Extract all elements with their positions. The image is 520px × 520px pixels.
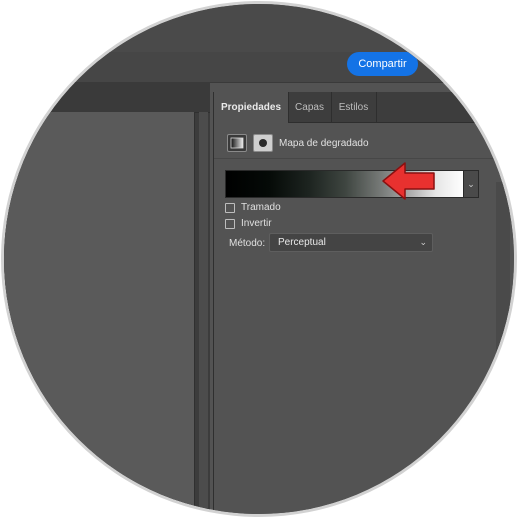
panel-scrollbar[interactable] [496, 182, 510, 514]
mask-icon[interactable] [253, 134, 273, 152]
canvas-area[interactable] [4, 112, 195, 514]
method-value: Perceptual [278, 237, 326, 248]
share-button[interactable]: Compartir [347, 52, 418, 76]
panel-tabs: Propiedades Capas Estilos [214, 92, 514, 123]
panel-divider [214, 158, 514, 159]
method-select[interactable]: Perceptual ⌄ [269, 233, 433, 252]
method-label: Método: [229, 238, 266, 249]
tab-properties[interactable]: Propiedades [214, 92, 289, 123]
red-arrow-icon [382, 162, 435, 200]
gradient-editor[interactable]: ⌄ [225, 170, 479, 198]
magnified-view: Compartir Propiedades Capas Estilos Mapa… [4, 4, 514, 514]
gradient-map-icon[interactable] [227, 134, 247, 152]
reverse-label: Invertir [241, 218, 272, 229]
tab-styles[interactable]: Estilos [331, 92, 377, 122]
options-bar [4, 52, 514, 83]
dither-label: Tramado [241, 202, 281, 213]
document-tab-strip [4, 82, 210, 113]
chevron-down-icon[interactable]: ⌄ [463, 171, 478, 197]
top-menu-bar [4, 4, 514, 53]
panel-gutter [199, 112, 208, 514]
reverse-option[interactable]: Invertir [225, 218, 272, 229]
dither-checkbox[interactable] [225, 202, 235, 213]
reverse-checkbox[interactable] [225, 218, 235, 229]
left-workspace [4, 82, 210, 514]
properties-panel: Propiedades Capas Estilos Mapa de degrad… [213, 92, 514, 514]
chevron-down-icon: ⌄ [419, 237, 427, 247]
dither-option[interactable]: Tramado [225, 202, 281, 213]
adjustment-title: Mapa de degradado [279, 138, 369, 149]
tab-layers[interactable]: Capas [288, 92, 332, 122]
